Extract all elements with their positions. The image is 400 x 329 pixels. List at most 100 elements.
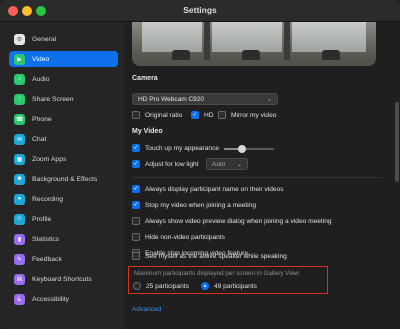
sidebar-item-feedback[interactable]: ✎ Feedback: [9, 251, 118, 267]
sidebar-item-label: Statistics: [32, 235, 60, 243]
sidebar-item-zoom-apps[interactable]: ▦ Zoom Apps: [9, 151, 118, 167]
gallery-25-radio[interactable]: [133, 282, 141, 290]
sidebar-item-recording[interactable]: ● Recording: [9, 191, 118, 207]
stop-video-checkbox-row[interactable]: ✓ Stop my video when joining a meeting: [132, 201, 256, 209]
sidebar-item-general[interactable]: ⚙ General: [9, 31, 118, 47]
sidebar-item-label: Share Screen: [32, 95, 74, 103]
sidebar-item-label: Background & Effects: [32, 175, 98, 183]
sidebar-item-label: Phone: [32, 115, 52, 123]
sidebar-item-chat[interactable]: ✉ Chat: [9, 131, 118, 147]
touch-up-checkbox[interactable]: ✓: [132, 144, 140, 152]
touch-up-slider-thumb[interactable]: [237, 145, 246, 153]
low-light-mode-value: Auto: [212, 160, 226, 168]
sidebar-item-label: Recording: [32, 195, 63, 203]
camera-select[interactable]: HD Pro Webcam C920 ⌄: [132, 93, 278, 105]
phone-icon: ☎: [14, 113, 25, 125]
settings-window: Settings ⚙ General ▶ Video ♪ Audio ↑ Sha…: [0, 0, 400, 329]
mirror-video-checkbox[interactable]: [218, 111, 226, 119]
sidebar-item-label: Feedback: [32, 255, 62, 263]
advanced-link[interactable]: Advanced: [132, 306, 161, 313]
active-speaker-checkbox-row[interactable]: See myself as the active speaker while s…: [132, 252, 287, 260]
person-background-icon: ☻: [14, 173, 25, 185]
hd-checkbox[interactable]: ✓: [191, 111, 199, 119]
feedback-icon: ✎: [14, 253, 25, 265]
title-bar: Settings: [0, 0, 400, 22]
settings-sidebar: ⚙ General ▶ Video ♪ Audio ↑ Share Screen…: [0, 22, 124, 329]
display-name-checkbox-row[interactable]: ✓ Always display participant name on the…: [132, 185, 284, 193]
my-video-section-title: My Video: [132, 128, 163, 135]
chevron-down-icon: ⌄: [236, 162, 242, 168]
keyboard-icon: ⌘: [14, 273, 25, 285]
chat-bubble-icon: ✉: [14, 133, 25, 145]
sidebar-item-video[interactable]: ▶ Video: [9, 51, 118, 67]
profile-icon: ☺: [14, 213, 25, 225]
hide-non-video-checkbox-row[interactable]: Hide non-video participants: [132, 233, 225, 241]
stop-video-checkbox[interactable]: ✓: [132, 201, 140, 209]
gallery-25-radio-row[interactable]: 25 participants: [133, 282, 189, 290]
sidebar-item-phone[interactable]: ☎ Phone: [9, 111, 118, 127]
gear-icon: ⚙: [14, 33, 25, 45]
statistics-icon: ▮: [14, 233, 25, 245]
sidebar-item-profile[interactable]: ☺ Profile: [9, 211, 118, 227]
sidebar-item-label: Accessibility: [32, 295, 70, 303]
hd-label: HD: [204, 111, 214, 119]
sidebar-item-share-screen[interactable]: ↑ Share Screen: [9, 91, 118, 107]
original-ratio-checkbox[interactable]: [132, 111, 140, 119]
sidebar-item-accessibility[interactable]: ♿ Accessibility: [9, 291, 118, 307]
low-light-label: Adjust for low light: [145, 160, 199, 168]
headphones-icon: ♪: [14, 73, 25, 85]
hide-non-video-checkbox[interactable]: [132, 233, 140, 241]
preview-dialog-checkbox[interactable]: [132, 217, 140, 225]
gallery-49-label: 49 participants: [214, 282, 257, 290]
chevron-down-icon: ⌄: [266, 97, 272, 103]
touch-up-label: Touch up my appearance: [145, 144, 220, 152]
hd-checkbox-row[interactable]: ✓ HD: [191, 111, 214, 119]
gallery-25-label: 25 participants: [146, 282, 189, 290]
touch-up-slider[interactable]: [224, 145, 274, 153]
sidebar-item-statistics[interactable]: ▮ Statistics: [9, 231, 118, 247]
content-scrollbar[interactable]: [395, 102, 399, 182]
preview-window: [212, 22, 282, 52]
sidebar-item-label: Video: [32, 55, 50, 63]
active-speaker-label: See myself as the active speaker while s…: [145, 252, 287, 260]
sidebar-item-label: Keyboard Shortcuts: [32, 275, 92, 283]
preview-dialog-checkbox-row[interactable]: Always show video preview dialog when jo…: [132, 217, 332, 225]
section-divider: [132, 177, 382, 178]
gallery-49-radio[interactable]: [201, 282, 209, 290]
sidebar-item-background-effects[interactable]: ☻ Background & Effects: [9, 171, 118, 187]
mirror-video-checkbox-row[interactable]: Mirror my video: [218, 111, 276, 119]
gallery-view-highlight-box: Maximum participants displayed per scree…: [128, 266, 328, 294]
camera-select-value: HD Pro Webcam C920: [138, 95, 204, 103]
sidebar-item-keyboard-shortcuts[interactable]: ⌘ Keyboard Shortcuts: [9, 271, 118, 287]
sidebar-item-audio[interactable]: ♪ Audio: [9, 71, 118, 87]
camera-section-title: Camera: [132, 75, 158, 82]
share-screen-icon: ↑: [14, 93, 25, 105]
low-light-checkbox[interactable]: ✓: [132, 160, 140, 168]
video-settings-panel: Camera HD Pro Webcam C920 ⌄ Original rat…: [124, 22, 400, 329]
low-light-mode-select[interactable]: Auto ⌄: [206, 158, 248, 170]
original-ratio-checkbox-row[interactable]: Original ratio: [132, 111, 182, 119]
accessibility-icon: ♿: [14, 293, 25, 305]
preview-dialog-label: Always show video preview dialog when jo…: [145, 217, 332, 225]
preview-window: [292, 22, 366, 52]
sidebar-item-label: Audio: [32, 75, 50, 83]
gallery-49-radio-row[interactable]: 49 participants: [201, 282, 257, 290]
gallery-view-title: Maximum participants displayed per scree…: [134, 270, 301, 277]
sidebar-item-label: General: [32, 35, 57, 43]
sidebar-item-label: Zoom Apps: [32, 155, 67, 163]
original-ratio-label: Original ratio: [145, 111, 183, 119]
apps-icon: ▦: [14, 153, 25, 165]
display-name-checkbox[interactable]: ✓: [132, 185, 140, 193]
stop-video-label: Stop my video when joining a meeting: [145, 201, 257, 209]
preview-window: [142, 22, 202, 52]
sidebar-item-label: Chat: [32, 135, 47, 143]
active-speaker-checkbox[interactable]: [132, 252, 140, 260]
touch-up-checkbox-row[interactable]: ✓ Touch up my appearance: [132, 144, 219, 152]
low-light-checkbox-row[interactable]: ✓ Adjust for low light: [132, 160, 199, 168]
hide-non-video-label: Hide non-video participants: [145, 233, 225, 241]
mirror-video-label: Mirror my video: [231, 111, 277, 119]
window-title: Settings: [183, 5, 217, 15]
preview-desk: [132, 60, 376, 66]
record-icon: ●: [14, 193, 25, 205]
camera-preview: [132, 22, 376, 66]
